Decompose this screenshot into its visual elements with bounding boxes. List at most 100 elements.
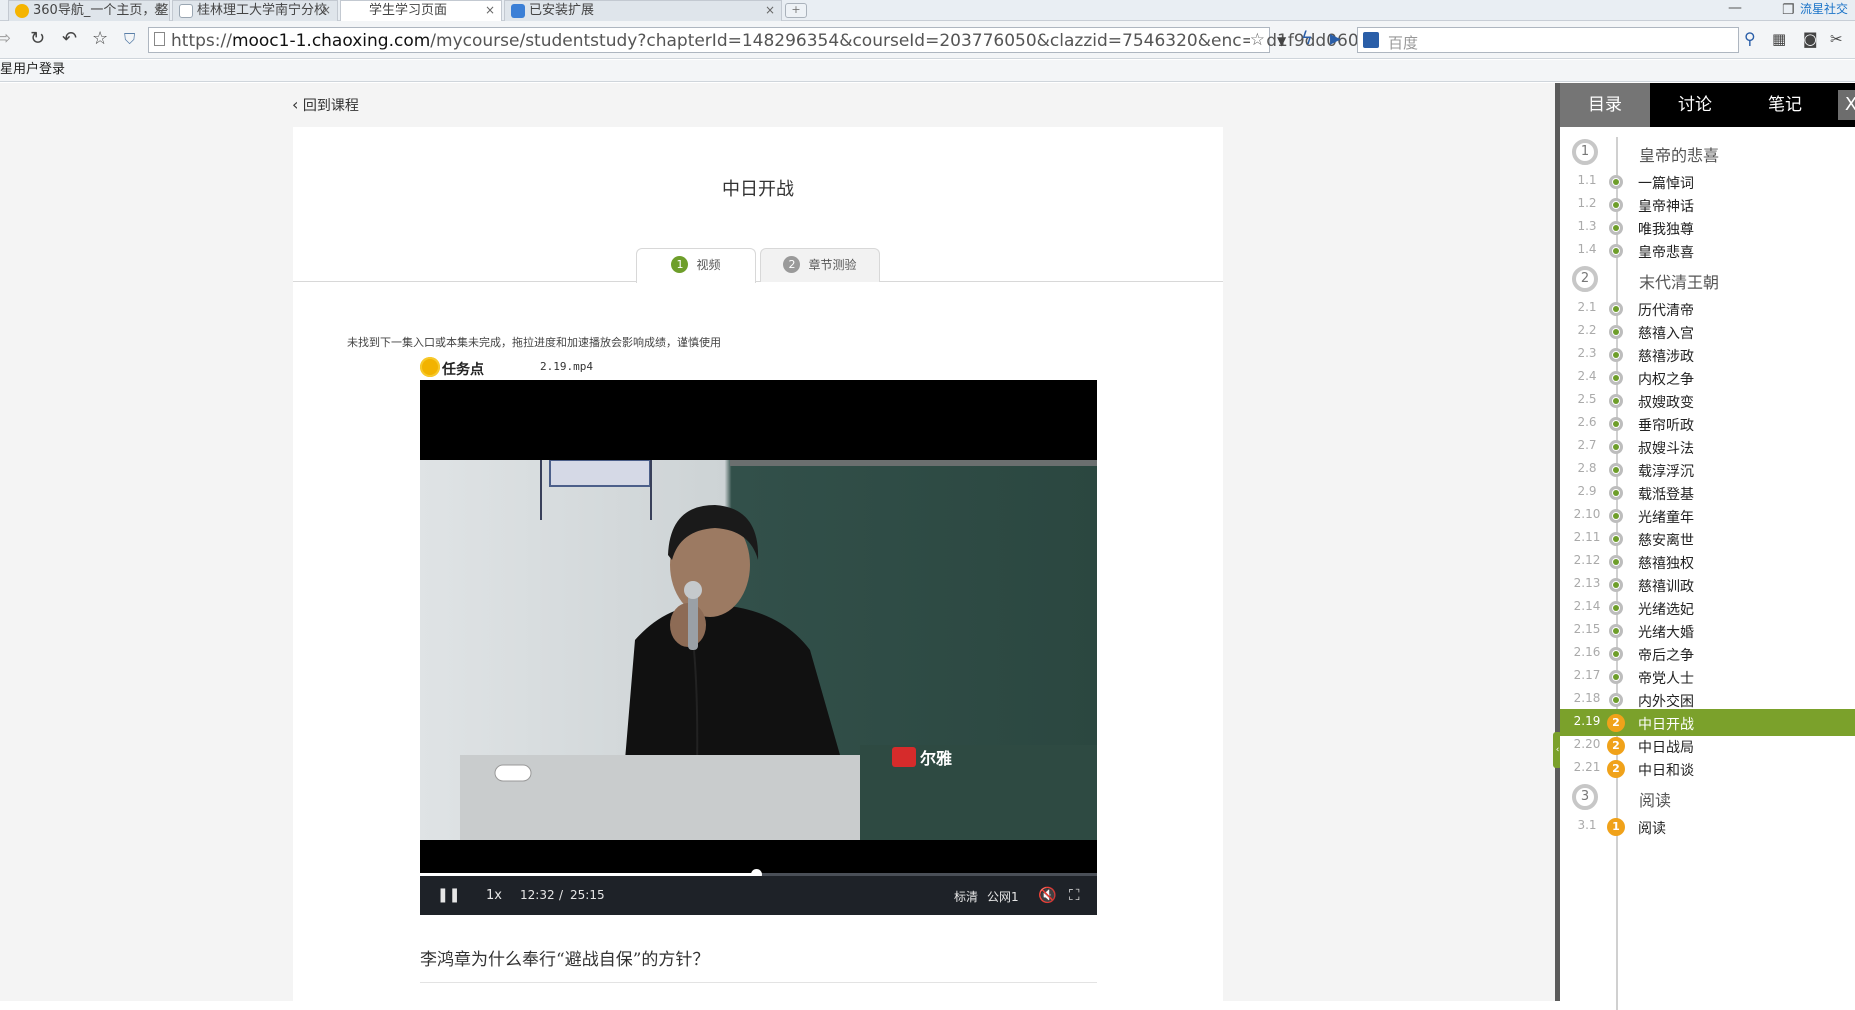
section-item[interactable]: 1.4 皇帝悲喜	[1560, 237, 1855, 264]
section-title: 慈禧训政	[1638, 579, 1694, 595]
section-item[interactable]: 3.1 1 阅读	[1560, 813, 1855, 840]
undo-icon[interactable]: ↶	[62, 29, 77, 49]
back-to-course-link[interactable]: ‹ 回到课程	[292, 95, 359, 115]
chapter-header[interactable]: 1 皇帝的悲喜	[1560, 137, 1855, 167]
chapter-header[interactable]: 2 末代清王朝	[1560, 264, 1855, 294]
bookmarks-bar: 星用户登录	[0, 60, 1855, 82]
tab-number: 1	[671, 256, 689, 273]
browser-tab-study[interactable]: 学生学习页面 ×	[340, 0, 502, 22]
section-number: 1.4	[1577, 242, 1597, 256]
tab-close-icon[interactable]: ×	[153, 1, 163, 20]
tab-close-icon[interactable]: ×	[321, 1, 331, 20]
section-number: 2.16	[1573, 645, 1601, 659]
section-title: 叔嫂斗法	[1638, 441, 1694, 457]
chapter-title: 阅读	[1639, 791, 1672, 810]
shield-icon[interactable]: ⛉	[124, 29, 135, 49]
video-frame[interactable]: 尔雅	[420, 460, 1097, 840]
maximize-icon[interactable]: ❐	[1782, 2, 1795, 18]
tools-icon[interactable]: ✂	[1830, 29, 1843, 49]
completed-icon	[1609, 417, 1623, 431]
new-tab-button[interactable]: +	[785, 3, 807, 18]
completed-icon	[1609, 325, 1623, 339]
completed-icon	[1609, 486, 1623, 500]
section-title: 皇帝悲喜	[1638, 245, 1694, 261]
bookmark-star-icon[interactable]: ☆	[1249, 30, 1265, 50]
tab-chapter-quiz[interactable]: 2 章节测验	[760, 248, 880, 282]
forward-icon[interactable]: ⇨	[0, 29, 11, 49]
completed-icon	[1609, 221, 1623, 235]
completed-icon	[1609, 624, 1623, 638]
browser-tab-school[interactable]: 桂林理工大学南宁分校 ×	[172, 0, 338, 21]
section-number: 2.11	[1573, 530, 1601, 544]
speed-button[interactable]: 1x	[486, 888, 502, 903]
section-title: 中日和谈	[1638, 763, 1694, 779]
line-button[interactable]: 公网1	[987, 888, 1019, 905]
tab-close-icon[interactable]: ×	[765, 1, 775, 20]
close-icon[interactable]: X	[1838, 90, 1855, 120]
section-title: 历代清帝	[1638, 303, 1694, 319]
search-icon[interactable]: ⚲	[1744, 29, 1756, 49]
section-number: 2.5	[1577, 392, 1597, 406]
section-title: 中日战局	[1638, 740, 1694, 756]
pending-task-icon: 2	[1607, 714, 1625, 732]
pause-icon[interactable]: ❚❚	[437, 887, 460, 903]
section-number: 2.10	[1573, 507, 1601, 521]
section-item[interactable]: 2.21 2 中日和谈	[1560, 755, 1855, 782]
dropdown-icon[interactable]: ▼	[1277, 31, 1286, 51]
task-point-icon	[420, 357, 440, 377]
search-box[interactable]: 百度	[1357, 27, 1739, 53]
play-icon[interactable]: ▶	[1330, 29, 1341, 49]
lesson-card: 中日开战 1 视频 2 章节测验 未找到下一集入口或本集未完成，拖拉进度和加速播放会…	[293, 127, 1223, 1001]
page-title: 中日开战	[722, 179, 794, 200]
top-link[interactable]: 流星社交	[1800, 0, 1848, 17]
url-path: /mycourse/studentstudy?chapterId=1482963…	[430, 31, 1390, 51]
section-title: 慈禧涉政	[1638, 349, 1694, 365]
section-number: 2.20	[1573, 737, 1601, 751]
completed-icon	[1609, 693, 1623, 707]
bookmark-item[interactable]: 星用户登录	[0, 62, 65, 77]
section-number: 2.7	[1577, 438, 1597, 452]
chapter-number: 3	[1572, 784, 1598, 810]
url-protocol: https://	[171, 31, 232, 51]
section-title: 慈安离世	[1638, 533, 1694, 549]
completed-icon	[1609, 175, 1623, 189]
reader-icon[interactable]: ◙	[1803, 29, 1818, 49]
browser-tab-360[interactable]: 360导航_一个主页，整 ×	[8, 0, 170, 21]
chapter-header[interactable]: 3 阅读	[1560, 782, 1855, 812]
completed-icon	[1609, 647, 1623, 661]
mute-icon[interactable]: 🔇	[1038, 886, 1057, 904]
task-point-label: 任务点	[442, 362, 484, 378]
tab-divider	[293, 281, 1223, 282]
apps-icon[interactable]: ▦	[1772, 29, 1786, 49]
completed-icon	[1609, 463, 1623, 477]
refresh-icon[interactable]: ↻	[30, 29, 45, 49]
tab-catalog[interactable]: 目录	[1560, 83, 1650, 127]
browser-tab-extensions[interactable]: 已安装扩展 ×	[504, 0, 782, 21]
tab-notes[interactable]: 笔记	[1740, 83, 1830, 127]
tab-number: 2	[783, 256, 801, 273]
search-placeholder: 百度	[1388, 34, 1419, 52]
star-icon[interactable]: ☆	[92, 29, 108, 49]
video-player[interactable]: 尔雅 ❚❚ 1x 12:32 / 25:15 标清 公网1 🔇 ⛶	[420, 380, 1097, 915]
tab-title: 桂林理工大学南宁分校	[197, 3, 328, 18]
section-title: 内外交困	[1638, 694, 1694, 710]
section-number: 2.9	[1577, 484, 1597, 498]
tab-label: 章节测验	[808, 258, 857, 272]
tab-discussion[interactable]: 讨论	[1650, 83, 1740, 127]
back-label: 回到课程	[302, 98, 359, 114]
section-number: 2.17	[1573, 668, 1601, 682]
minimize-icon[interactable]: —	[1728, 0, 1742, 16]
chapter-number: 1	[1572, 139, 1598, 165]
quality-button[interactable]: 标清	[954, 888, 978, 905]
section-title: 中日开战	[1638, 717, 1694, 733]
completed-icon	[1609, 532, 1623, 546]
360-logo-icon	[15, 4, 29, 18]
section-title: 皇帝神话	[1638, 199, 1694, 215]
lightning-icon[interactable]: ϟ	[1301, 29, 1313, 49]
section-number: 2.2	[1577, 323, 1597, 337]
tab-video[interactable]: 1 视频	[636, 248, 756, 283]
fullscreen-icon[interactable]: ⛶	[1069, 886, 1080, 904]
address-bar[interactable]: https://mooc1-1.chaoxing.com/mycourse/st…	[148, 27, 1390, 53]
tab-close-icon[interactable]: ×	[485, 1, 495, 20]
section-title: 光绪选妃	[1638, 602, 1694, 618]
